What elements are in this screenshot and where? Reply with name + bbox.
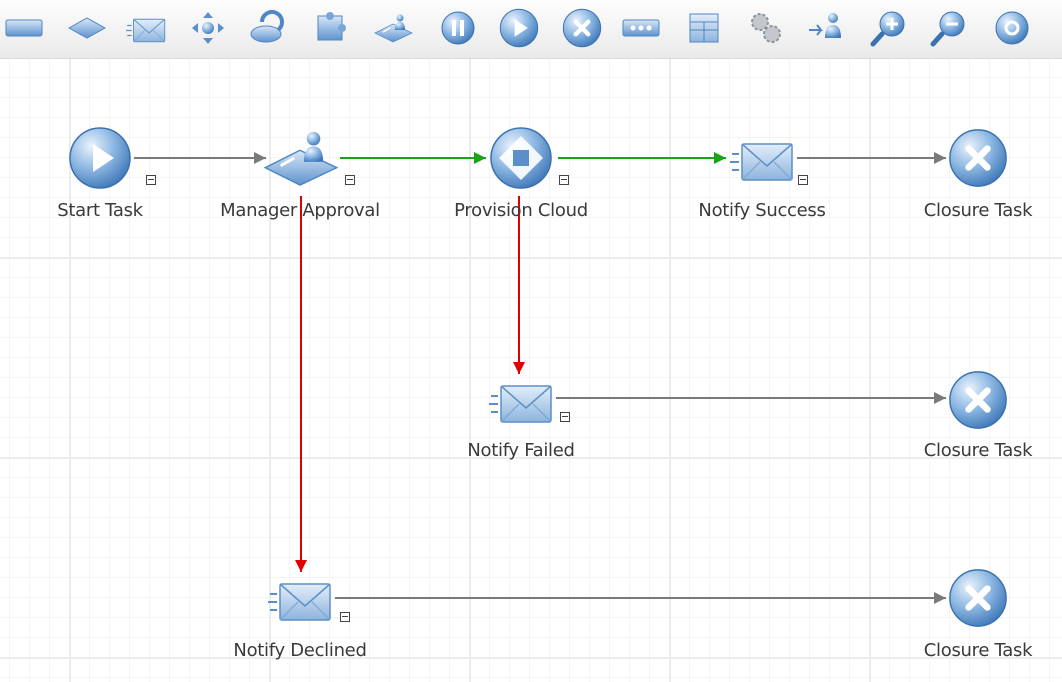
node-notify-success[interactable] (730, 134, 794, 182)
stop-icon (949, 569, 1007, 627)
node-label-notify-declined: Notify Declined (233, 640, 367, 661)
start-tool-button[interactable] (499, 8, 539, 48)
node-closure-3[interactable] (948, 568, 1008, 628)
form-tool-button[interactable] (684, 8, 724, 48)
node-label-closure-1: Closure Task (923, 200, 1033, 221)
sync-tool-button[interactable] (248, 8, 288, 48)
collapse-toggle-provision[interactable] (559, 175, 569, 185)
email-icon (489, 385, 552, 423)
collapse-toggle-start[interactable] (146, 175, 156, 185)
node-label-notify-failed: Notify Failed (467, 440, 575, 461)
pause-icon (441, 11, 475, 45)
ellipsis-icon (622, 19, 660, 37)
assign-user-icon (809, 13, 841, 38)
node-label-start: Start Task (57, 200, 143, 221)
toolbar (0, 0, 1062, 59)
stop-icon (562, 8, 602, 48)
node-notify-failed[interactable] (489, 376, 553, 424)
zoom-in-icon (870, 11, 905, 47)
email-tool-button[interactable] (126, 8, 166, 48)
node-closure-2[interactable] (948, 370, 1008, 430)
diamond-icon (67, 17, 107, 39)
zoom-in-tool-button[interactable] (870, 8, 910, 48)
zoom-out-icon (930, 11, 965, 47)
zoom-out-tool-button[interactable] (930, 8, 970, 48)
node-label-closure-3: Closure Task (923, 640, 1033, 661)
settings-tool-button[interactable] (746, 8, 786, 48)
form-icon (689, 13, 719, 43)
ellipsis-tool-button[interactable] (621, 8, 661, 48)
collapse-toggle-approval[interactable] (345, 175, 355, 185)
stop-icon (949, 129, 1007, 187)
node-label-provision: Provision Cloud (454, 200, 588, 221)
puzzle-icon (317, 12, 346, 41)
collapse-toggle-notify-declined[interactable] (340, 612, 350, 622)
start-icon (499, 8, 539, 48)
grid-tool-button[interactable] (310, 8, 350, 48)
move-tool-button[interactable] (188, 8, 228, 48)
decision-tool-button[interactable] (67, 8, 107, 48)
email-icon (268, 583, 331, 621)
stop-icon (949, 371, 1007, 429)
node-closure-1[interactable] (948, 128, 1008, 188)
approval-icon (374, 14, 413, 43)
node-label-closure-2: Closure Task (923, 440, 1033, 461)
fit-tool-button[interactable] (992, 8, 1032, 48)
node-provision[interactable] (489, 126, 553, 190)
node-approval[interactable] (261, 129, 339, 187)
refresh-disk-icon (250, 10, 284, 43)
gears-icon (751, 13, 781, 43)
provision-icon (490, 127, 552, 189)
fit-icon (995, 11, 1029, 45)
node-notify-declined[interactable] (268, 574, 332, 622)
assign-tool-button[interactable] (807, 8, 847, 48)
task-bar-icon (5, 19, 43, 37)
approval-tool-button[interactable] (373, 8, 413, 48)
move-arrows-icon (192, 12, 224, 44)
node-start[interactable] (68, 126, 132, 190)
email-icon (730, 143, 793, 181)
email-icon (126, 18, 166, 43)
start-icon (69, 127, 131, 189)
task-tool-button[interactable] (4, 8, 44, 48)
node-label-approval: Manager Approval (220, 200, 380, 221)
collapse-toggle-notify-failed[interactable] (560, 412, 570, 422)
approval-icon (263, 131, 339, 186)
stop-tool-button[interactable] (562, 8, 602, 48)
node-label-notify-success: Notify Success (698, 200, 826, 221)
pause-tool-button[interactable] (438, 8, 478, 48)
collapse-toggle-notify-success[interactable] (798, 175, 808, 185)
